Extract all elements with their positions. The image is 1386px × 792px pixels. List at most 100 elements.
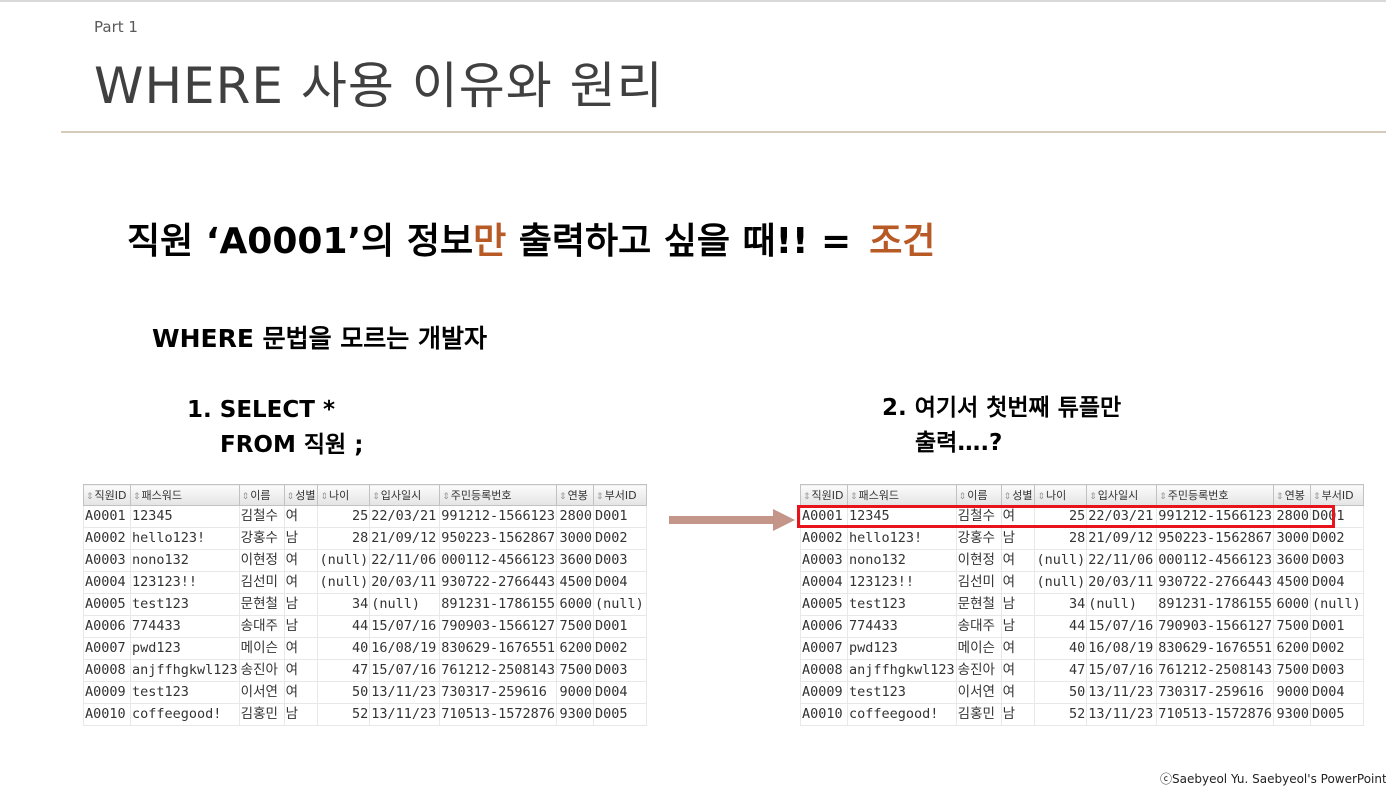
- column-header[interactable]: ⇕나이: [1034, 484, 1088, 506]
- table-cell: A0005: [83, 593, 131, 616]
- table-cell: A0010: [83, 703, 131, 726]
- column-header[interactable]: ⇕패스워드: [130, 484, 240, 506]
- table-cell: 891231-1786155: [439, 593, 558, 616]
- table-cell: 891231-1786155: [1156, 593, 1275, 616]
- table-cell: 15/07/16: [1086, 615, 1158, 638]
- table-cell: 950223-1562867: [439, 527, 558, 550]
- column-header[interactable]: ⇕패스워드: [847, 484, 957, 506]
- column-header[interactable]: ⇕연봉: [556, 484, 595, 506]
- table-row[interactable]: A0007 pwd123 메이슨 여 40 16/08/19 830629-1676551 6…: [800, 637, 1365, 660]
- table-cell: 3600: [556, 549, 595, 572]
- column-header-label: 패스워드: [141, 489, 183, 502]
- table-row[interactable]: A0005 test123 문현철 남 34 (null) 891231-1786155 60…: [83, 593, 648, 616]
- table-cell: 메이슨: [955, 637, 1002, 660]
- table-cell: coffeegood!: [847, 703, 957, 726]
- table-row[interactable]: A0002 hello123! 강홍수 남 28 21/09/12 950223-15628…: [800, 527, 1365, 550]
- table-cell: 여: [283, 659, 319, 682]
- table-cell: 4500: [1273, 571, 1312, 594]
- table-cell: 6200: [556, 637, 595, 660]
- sort-icon: ⇕: [286, 492, 295, 502]
- table-cell: A0008: [800, 659, 848, 682]
- column-header[interactable]: ⇕주민등록번호: [1156, 484, 1275, 506]
- table-cell: nono132: [847, 549, 957, 572]
- table-row[interactable]: A0008 anjffhgkwl123 송진아 여 47 15/07/16 761212-2…: [83, 659, 648, 682]
- table-row[interactable]: A0001 12345 김철수 여 25 22/03/21 991212-1566123 28…: [83, 505, 648, 528]
- table-cell: 여: [1000, 659, 1036, 682]
- table-row[interactable]: A0007 pwd123 메이슨 여 40 16/08/19 830629-1676551 6…: [83, 637, 648, 660]
- table-cell: D004: [593, 681, 648, 704]
- column-header[interactable]: ⇕나이: [317, 484, 371, 506]
- table-cell: 송대주: [955, 615, 1002, 638]
- table-row[interactable]: A0002 hello123! 강홍수 남 28 21/09/12 950223-15628…: [83, 527, 648, 550]
- table-row[interactable]: A0009 test123 이서연 여 50 13/11/23 730317-259616 9…: [800, 681, 1365, 704]
- column-header[interactable]: ⇕이름: [955, 484, 1002, 506]
- column-header[interactable]: ⇕주민등록번호: [439, 484, 558, 506]
- table-cell: 남: [1000, 527, 1036, 550]
- table-row[interactable]: A0009 test123 이서연 여 50 13/11/23 730317-259616 9…: [83, 681, 648, 704]
- table-cell: test123: [847, 681, 957, 704]
- table-cell: 22/03/21: [369, 505, 441, 528]
- step-2-line-1: 2. 여기서 첫번째 튜플만: [882, 395, 1122, 421]
- table-cell: hello123!: [847, 527, 957, 550]
- column-header[interactable]: ⇕부서ID: [1310, 484, 1365, 506]
- table-cell: 40: [317, 637, 371, 660]
- column-header[interactable]: ⇕직원ID: [800, 484, 848, 506]
- table-cell: 13/11/23: [1086, 703, 1158, 726]
- column-header-label: 성별: [295, 489, 316, 502]
- column-header[interactable]: ⇕연봉: [1273, 484, 1312, 506]
- table-row[interactable]: A0008 anjffhgkwl123 송진아 여 47 15/07/16 761212-2…: [800, 659, 1365, 682]
- table-cell: 710513-1572876: [439, 703, 558, 726]
- column-header-label: 직원ID: [94, 489, 127, 502]
- table-cell: 830629-1676551: [439, 637, 558, 660]
- table-cell: 송진아: [955, 659, 1002, 682]
- table-cell: A0004: [83, 571, 131, 594]
- table-cell: (null): [317, 571, 371, 594]
- sort-icon: ⇕: [1003, 492, 1012, 502]
- table-cell: 남: [1000, 703, 1036, 726]
- sort-icon: ⇕: [559, 492, 567, 502]
- table-row[interactable]: A0004 123123!! 김선미 여 (null) 20/03/11 930722-27…: [800, 571, 1365, 594]
- table-cell: 123123!!: [130, 571, 240, 594]
- column-header[interactable]: ⇕성별: [1000, 484, 1036, 506]
- table-cell: A0004: [800, 571, 848, 594]
- table-row[interactable]: A0006 774433 송대주 남 44 15/07/16 790903-1566127 7…: [800, 615, 1365, 638]
- column-header-label: 부서ID: [1321, 489, 1354, 502]
- column-header[interactable]: ⇕직원ID: [83, 484, 131, 506]
- table-cell: D001: [593, 615, 648, 638]
- table-cell: 47: [317, 659, 371, 682]
- table-cell: 7500: [556, 659, 595, 682]
- table-cell: 000112-4566123: [439, 549, 558, 572]
- table-cell: 여: [1000, 571, 1036, 594]
- table-row[interactable]: A0003 nono132 이현정 여 (null) 22/11/06 000112-456…: [800, 549, 1365, 572]
- column-header[interactable]: ⇕성별: [283, 484, 319, 506]
- table-cell: 44: [1034, 615, 1088, 638]
- table-cell: coffeegood!: [130, 703, 240, 726]
- table-cell: D004: [593, 571, 648, 594]
- table-cell: 16/08/19: [369, 637, 441, 660]
- table-cell: 3600: [1273, 549, 1312, 572]
- column-header[interactable]: ⇕부서ID: [593, 484, 648, 506]
- table-cell: 830629-1676551: [1156, 637, 1275, 660]
- column-header[interactable]: ⇕입사일시: [1086, 484, 1158, 506]
- table-row[interactable]: A0010 coffeegood! 김홍민 남 52 13/11/23 710513-157…: [83, 703, 648, 726]
- table-row[interactable]: A0010 coffeegood! 김홍민 남 52 13/11/23 710513-157…: [800, 703, 1365, 726]
- table-cell: A0003: [800, 549, 848, 572]
- table-cell: 여: [283, 571, 319, 594]
- table-cell: 여: [1000, 549, 1036, 572]
- table-cell: A0007: [83, 637, 131, 660]
- table-cell: 730317-259616: [1156, 681, 1275, 704]
- table-cell: 774433: [847, 615, 957, 638]
- table-cell: D005: [1310, 703, 1365, 726]
- table-cell: A0005: [800, 593, 848, 616]
- table-cell: 송대주: [238, 615, 285, 638]
- table-cell: 47: [1034, 659, 1088, 682]
- column-header[interactable]: ⇕입사일시: [369, 484, 441, 506]
- table-row[interactable]: A0004 123123!! 김선미 여 (null) 20/03/11 930722-27…: [83, 571, 648, 594]
- column-header-label: 패스워드: [858, 489, 900, 502]
- table-cell: 16/08/19: [1086, 637, 1158, 660]
- table-cell: 4500: [556, 571, 595, 594]
- table-row[interactable]: A0003 nono132 이현정 여 (null) 22/11/06 000112-456…: [83, 549, 648, 572]
- table-row[interactable]: A0006 774433 송대주 남 44 15/07/16 790903-1566127 7…: [83, 615, 648, 638]
- table-row[interactable]: A0005 test123 문현철 남 34 (null) 891231-1786155 60…: [800, 593, 1365, 616]
- column-header[interactable]: ⇕이름: [238, 484, 285, 506]
